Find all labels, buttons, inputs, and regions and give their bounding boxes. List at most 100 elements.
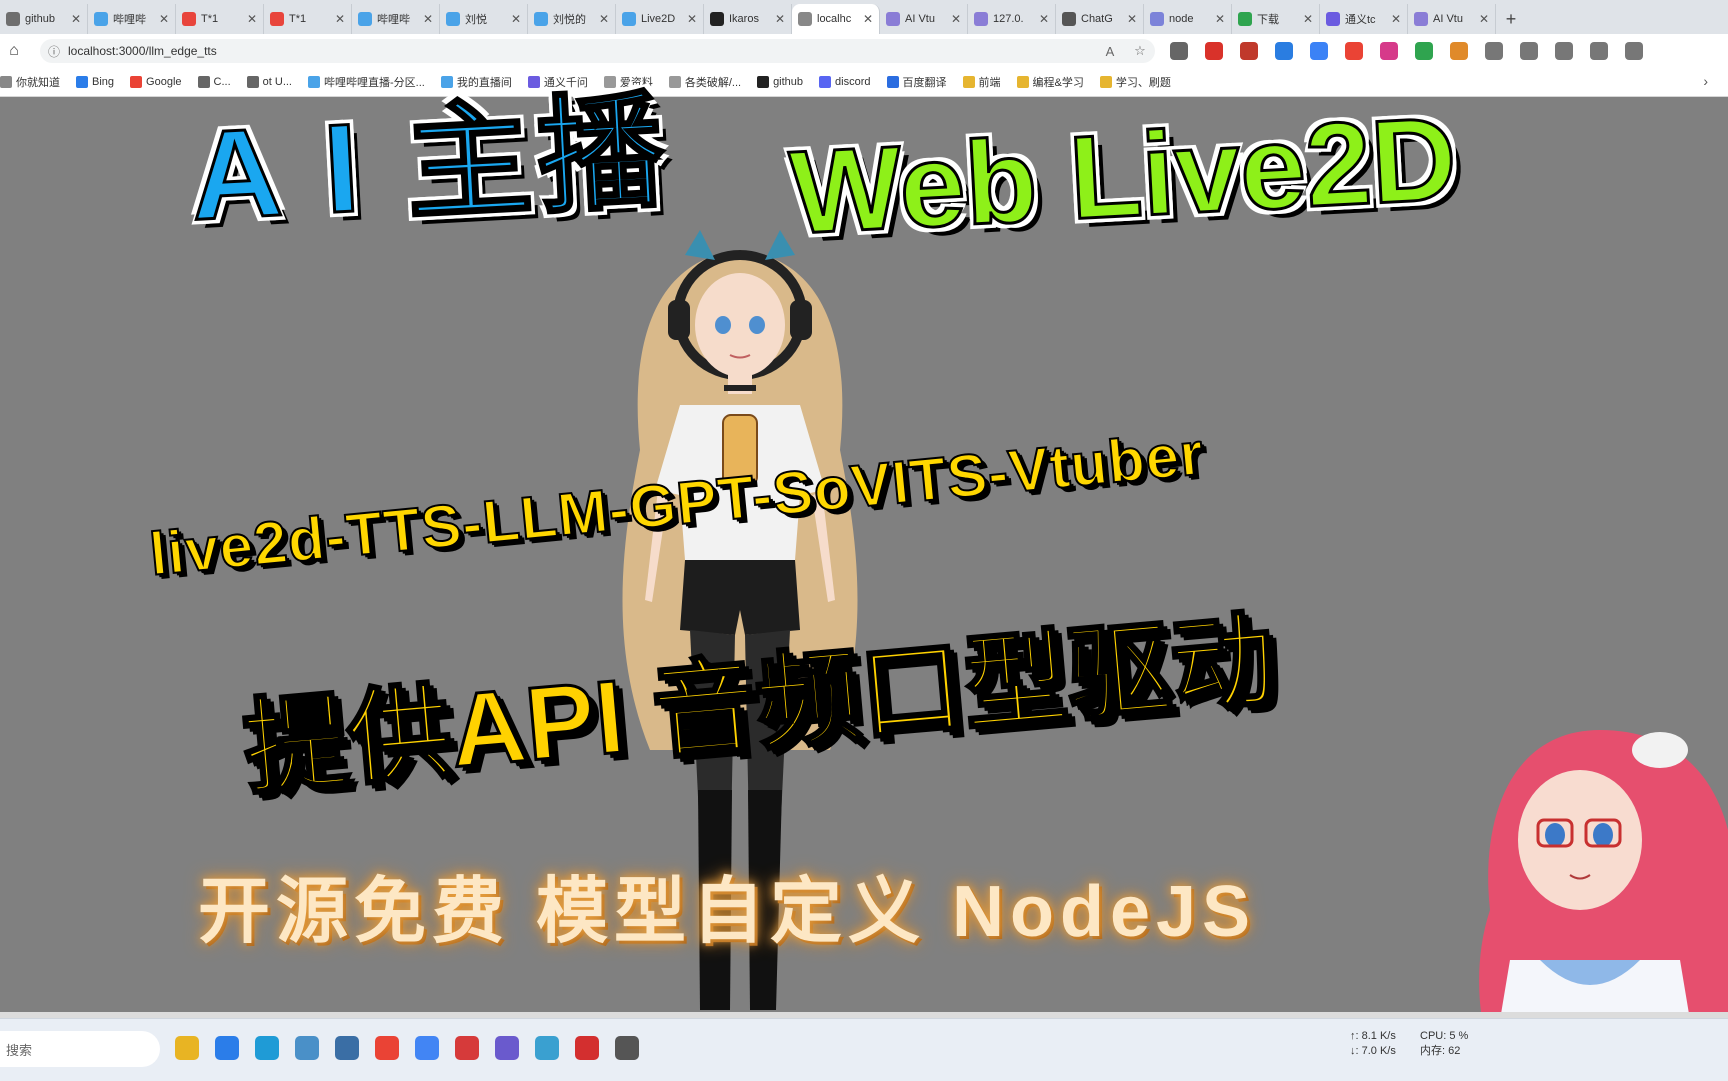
bookmark-favicon-icon [0, 76, 12, 88]
browser-extension-icon[interactable] [1170, 42, 1188, 60]
tab-close-icon[interactable]: ✕ [1479, 12, 1489, 26]
bookmark-item[interactable]: Google [130, 76, 182, 88]
browser-tab[interactable]: localhc ✕ [792, 4, 880, 34]
browser-extension-icon[interactable] [1450, 42, 1468, 60]
bookmark-favicon-icon [962, 76, 975, 88]
browser-extension-icon[interactable] [1415, 42, 1433, 60]
browser-tab[interactable]: 刘悦的 ✕ [528, 4, 616, 34]
read-aloud-icon[interactable]: A [1095, 44, 1125, 59]
browser-tab[interactable]: Ikaros ✕ [704, 4, 792, 34]
browser-tab[interactable]: node ✕ [1144, 4, 1232, 34]
taskbar-app-icon[interactable] [295, 1036, 319, 1060]
tab-title: github [25, 13, 55, 25]
taskbar-search-input[interactable]: 搜索 [0, 1031, 160, 1067]
tab-close-icon[interactable]: ✕ [1127, 12, 1137, 26]
bookmark-item[interactable]: 学习、刷题 [1099, 74, 1171, 90]
taskbar-app-icon[interactable] [375, 1036, 399, 1060]
new-tab-button[interactable]: + [1496, 4, 1526, 34]
bookmark-item[interactable]: 你就知道 [0, 74, 60, 90]
bookmarks-more-chevron-icon[interactable]: › [1703, 73, 1708, 89]
taskbar-app-icon[interactable] [335, 1036, 359, 1060]
tab-close-icon[interactable]: ✕ [1391, 12, 1401, 26]
browser-tab[interactable]: AI Vtu ✕ [1408, 4, 1496, 34]
bookmark-label: 编程&学习 [1032, 77, 1084, 89]
bookmark-item[interactable]: 百度翻译 [886, 74, 947, 90]
browser-tab[interactable]: 刘悦 ✕ [440, 4, 528, 34]
net-upload-speed: ↑: 8.1 K/s [1350, 1030, 1396, 1042]
bookmark-favicon-icon [757, 76, 770, 88]
tab-title: T*1 [289, 13, 307, 25]
taskbar-app-icon[interactable] [175, 1036, 199, 1060]
browser-tab[interactable]: Live2D ✕ [616, 4, 704, 34]
bookmark-item[interactable]: github [757, 76, 803, 88]
tab-close-icon[interactable]: ✕ [863, 12, 873, 26]
browser-tab[interactable]: AI Vtu ✕ [880, 4, 968, 34]
tab-favicon-icon [798, 12, 812, 26]
tab-title: node [1169, 13, 1194, 25]
browser-extension-icon[interactable] [1555, 42, 1573, 60]
bookmark-item[interactable]: discord [819, 76, 871, 88]
browser-tab[interactable]: T*1 ✕ [264, 4, 352, 34]
taskbar-app-icon[interactable] [455, 1036, 479, 1060]
address-bar-row: ⌂ ⓘ localhost:3000/llm_edge_tts A ☆ [0, 34, 1728, 68]
bookmark-label: github [773, 76, 804, 88]
browser-extension-icon[interactable] [1240, 42, 1258, 60]
favorite-star-icon[interactable]: ☆ [1125, 43, 1155, 59]
tab-close-icon[interactable]: ✕ [599, 12, 609, 26]
browser-extension-icon[interactable] [1380, 42, 1398, 60]
browser-tab-strip: github ✕ 哔哩哔 ✕ T*1 ✕ T*1 ✕ 哔哩哔 ✕ 刘悦 ✕ 刘悦的 ✕ Live2D ✕ Ika… [0, 0, 1728, 34]
tab-close-icon[interactable]: ✕ [951, 12, 961, 26]
browser-tab[interactable]: T*1 ✕ [176, 4, 264, 34]
tab-close-icon[interactable]: ✕ [423, 12, 433, 26]
browser-tab[interactable]: 通义tc ✕ [1320, 4, 1408, 34]
browser-tab[interactable]: ChatG ✕ [1056, 4, 1144, 34]
tab-favicon-icon [94, 12, 108, 26]
bookmark-item[interactable]: Bing [76, 76, 114, 88]
tab-close-icon[interactable]: ✕ [775, 12, 785, 26]
network-speed-tray[interactable]: ↑: 8.1 K/s ↓: 7.0 K/s [1350, 1029, 1396, 1059]
bookmark-label: discord [835, 76, 871, 88]
tab-close-icon[interactable]: ✕ [1215, 12, 1225, 26]
tab-title: 刘悦 [465, 14, 487, 26]
bookmark-item[interactable]: 各类破解/... [668, 74, 741, 90]
tab-close-icon[interactable]: ✕ [335, 12, 345, 26]
taskbar-app-icon[interactable] [255, 1036, 279, 1060]
browser-extension-icon[interactable] [1275, 42, 1293, 60]
tab-close-icon[interactable]: ✕ [687, 12, 697, 26]
bookmark-label: Bing [92, 76, 115, 88]
browser-extension-icon[interactable] [1485, 42, 1503, 60]
home-icon[interactable]: ⌂ [0, 42, 28, 60]
browser-extension-icon[interactable] [1625, 42, 1643, 60]
tab-close-icon[interactable]: ✕ [159, 12, 169, 26]
browser-tab[interactable]: 哔哩哔 ✕ [352, 4, 440, 34]
taskbar-app-icon[interactable] [535, 1036, 559, 1060]
cpu-memory-tray[interactable]: CPU: 5 % 内存: 62 [1420, 1029, 1468, 1059]
taskbar-app-icon[interactable] [415, 1036, 439, 1060]
browser-extension-icon[interactable] [1345, 42, 1363, 60]
bookmark-item[interactable]: 编程&学习 [1016, 74, 1084, 90]
taskbar-app-icon[interactable] [495, 1036, 519, 1060]
browser-extension-icon[interactable] [1310, 42, 1328, 60]
site-info-icon[interactable]: ⓘ [40, 43, 68, 60]
tab-close-icon[interactable]: ✕ [247, 12, 257, 26]
taskbar-app-icon[interactable] [215, 1036, 239, 1060]
taskbar-app-icon[interactable] [615, 1036, 639, 1060]
tab-favicon-icon [1414, 12, 1428, 26]
browser-tab[interactable]: 哔哩哔 ✕ [88, 4, 176, 34]
bookmark-item[interactable]: 前端 [962, 74, 1001, 90]
browser-tab[interactable]: github ✕ [0, 4, 88, 34]
tab-close-icon[interactable]: ✕ [1303, 12, 1313, 26]
extension-toolbar [1170, 42, 1660, 60]
browser-extension-icon[interactable] [1520, 42, 1538, 60]
tab-close-icon[interactable]: ✕ [511, 12, 521, 26]
tab-close-icon[interactable]: ✕ [1039, 12, 1049, 26]
os-taskbar: 搜索 ↑: 8.1 K/s ↓: 7.0 K/s CPU: 5 % 内存: 62 [0, 1018, 1728, 1081]
tab-title: 下载 [1257, 14, 1279, 26]
memory-usage: 内存: 62 [1420, 1045, 1461, 1057]
browser-tab[interactable]: 下载 ✕ [1232, 4, 1320, 34]
browser-extension-icon[interactable] [1205, 42, 1223, 60]
browser-tab[interactable]: 127.0. ✕ [968, 4, 1056, 34]
browser-extension-icon[interactable] [1590, 42, 1608, 60]
taskbar-app-icon[interactable] [575, 1036, 599, 1060]
tab-close-icon[interactable]: ✕ [71, 12, 81, 26]
